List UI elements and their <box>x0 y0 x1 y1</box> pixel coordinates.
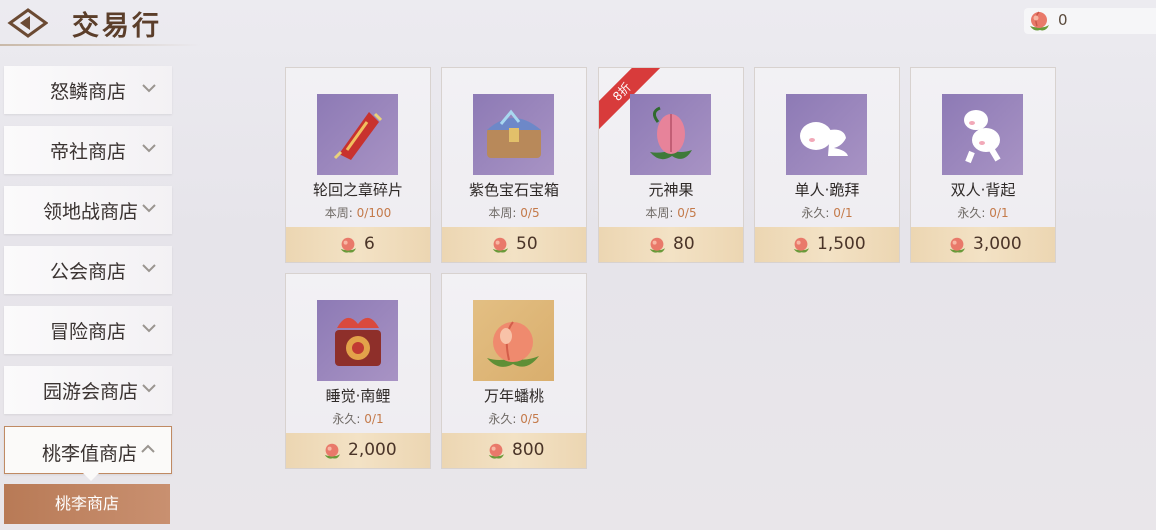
sleep-koi-icon <box>317 300 398 381</box>
sidebar-item-dishe-shop[interactable]: 帝社商店 <box>4 126 172 174</box>
item-limit: 永久: 0/1 <box>957 206 1009 220</box>
sidebar-item-fair-shop[interactable]: 园游会商店 <box>4 366 172 414</box>
shop-item-card[interactable]: 8折 元神果 本周: 0/5 80 <box>598 67 744 263</box>
item-price: 3,000 <box>973 234 1022 254</box>
shop-item-card[interactable]: 紫色宝石宝箱 本周: 0/5 50 <box>441 67 587 263</box>
scroll-fragment-icon <box>317 94 398 175</box>
chevron-down-icon <box>142 204 156 213</box>
peach-currency-icon <box>324 443 340 459</box>
sidebar-item-territory-war-shop[interactable]: 领地战商店 <box>4 186 172 234</box>
chevron-down-icon <box>142 84 156 93</box>
currency-amount: 0 <box>1058 11 1068 29</box>
item-name: 元神果 <box>648 181 694 199</box>
price-bar: 3,000 <box>911 227 1055 262</box>
sidebar-item-taoli-value-shop[interactable]: 桃李值商店 <box>4 426 172 481</box>
chevron-down-icon <box>142 384 156 393</box>
currency-display: 0 <box>1024 8 1156 34</box>
item-limit: 本周: 0/5 <box>488 206 540 220</box>
sidebar-item-label: 桃李值商店 <box>41 443 137 465</box>
chevron-down-icon <box>142 144 156 153</box>
sidebar-item-label: 怒鳞商店 <box>49 81 126 103</box>
price-bar: 6 <box>286 227 430 262</box>
price-bar: 800 <box>442 433 586 468</box>
price-bar: 80 <box>599 227 743 262</box>
shop-sidebar: 怒鳞商店 帝社商店 领地战商店 公会商店 冒险商店 园游会商店 桃李值商店 桃李… <box>4 66 174 524</box>
sidebar-item-label: 冒险商店 <box>49 321 126 343</box>
item-limit: 本周: 0/5 <box>645 206 697 220</box>
sidebar-item-guild-shop[interactable]: 公会商店 <box>4 246 172 294</box>
peach-currency-icon <box>793 237 809 253</box>
chevron-down-icon <box>142 264 156 273</box>
peach-icon <box>473 300 554 381</box>
shop-item-card[interactable]: 单人·跪拜 永久: 0/1 1,500 <box>754 67 900 263</box>
item-limit: 永久: 0/1 <box>332 412 384 426</box>
sidebar-item-label: 领地战商店 <box>42 201 138 223</box>
peach-currency-icon <box>488 443 504 459</box>
item-price: 80 <box>673 234 695 254</box>
peach-currency-icon <box>340 237 356 253</box>
peach-currency-icon <box>492 237 508 253</box>
peach-currency-icon <box>1030 11 1049 31</box>
item-name: 万年蟠桃 <box>483 387 544 405</box>
chevron-up-icon <box>141 444 155 453</box>
sidebar-item-label: 园游会商店 <box>42 381 138 403</box>
item-name: 紫色宝石宝箱 <box>468 181 559 199</box>
price-bar: 50 <box>442 227 586 262</box>
shop-item-card[interactable]: 万年蟠桃 永久: 0/5 800 <box>441 273 587 469</box>
item-name: 轮回之章碎片 <box>312 181 403 199</box>
item-name: 睡觉·南鲤 <box>325 387 391 405</box>
item-price: 1,500 <box>817 234 866 254</box>
top-bar: 交易行 0 <box>0 0 1156 50</box>
piggyback-emote-icon <box>942 94 1023 175</box>
peach-currency-icon <box>949 237 965 253</box>
item-price: 6 <box>364 234 375 254</box>
item-limit: 永久: 0/5 <box>488 412 540 426</box>
sidebar-item-label: 帝社商店 <box>49 141 126 163</box>
price-bar: 2,000 <box>286 433 430 468</box>
shop-item-card[interactable]: 轮回之章碎片 本周: 0/100 6 <box>285 67 431 263</box>
item-price: 50 <box>516 234 538 254</box>
sidebar-item-nulin-shop[interactable]: 怒鳞商店 <box>4 66 172 114</box>
item-limit: 本周: 0/100 <box>324 206 392 220</box>
treasure-chest-icon <box>473 94 554 175</box>
sidebar-subitem-taoli-shop[interactable]: 桃李商店 <box>4 484 170 524</box>
chevron-down-icon <box>142 324 156 333</box>
item-name: 双人·背起 <box>950 181 1016 199</box>
sidebar-item-label: 公会商店 <box>49 261 126 283</box>
spirit-fruit-icon <box>630 94 711 175</box>
sidebar-item-adventure-shop[interactable]: 冒险商店 <box>4 306 172 354</box>
price-bar: 1,500 <box>755 227 899 262</box>
kneel-emote-icon <box>786 94 867 175</box>
shop-item-card[interactable]: 双人·背起 永久: 0/1 3,000 <box>910 67 1056 263</box>
back-button[interactable] <box>6 6 49 40</box>
shop-item-card[interactable]: 睡觉·南鲤 永久: 0/1 2,000 <box>285 273 431 469</box>
item-limit: 永久: 0/1 <box>801 206 853 220</box>
peach-currency-icon <box>649 237 665 253</box>
item-name: 单人·跪拜 <box>794 181 860 199</box>
item-price: 2,000 <box>348 440 397 460</box>
page-title: 交易行 <box>72 11 162 42</box>
item-price: 800 <box>512 440 545 460</box>
back-arrow-icon <box>7 8 49 38</box>
